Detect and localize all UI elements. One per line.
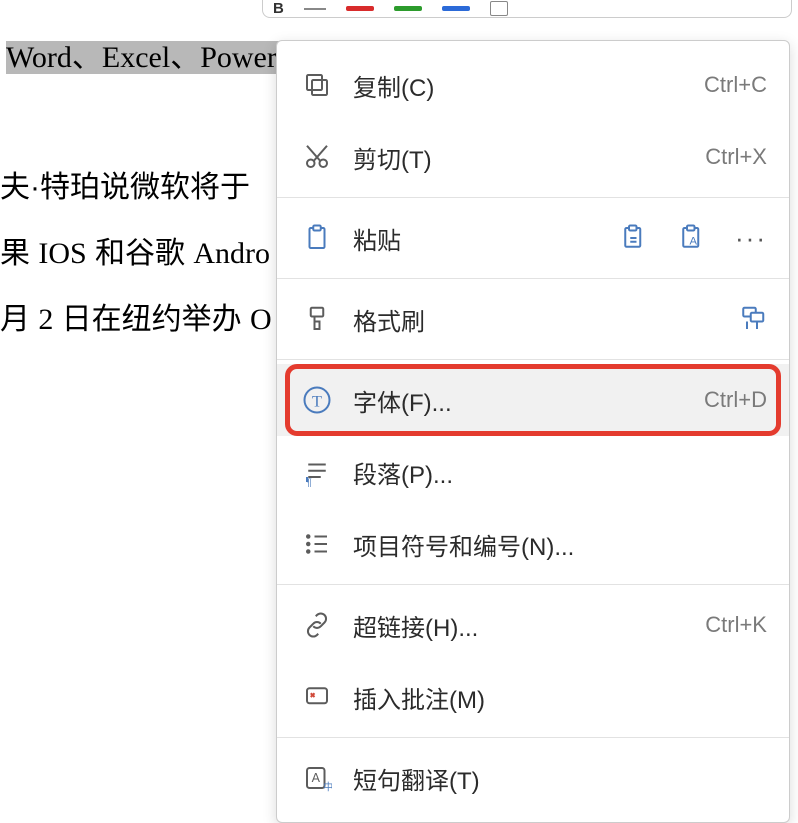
bullets-icon <box>299 529 335 559</box>
color-green[interactable] <box>394 6 422 11</box>
doc-line-1: Word、Excel、PowerP <box>6 32 294 76</box>
menu-font-label: 字体(F)... <box>335 383 704 418</box>
menu-translate[interactable]: A 中 短句翻译(T) <box>277 742 789 814</box>
menu-copy-label: 复制(C) <box>335 68 704 103</box>
menu-cut[interactable]: 剪切(T) Ctrl+X <box>277 121 789 193</box>
copy-icon <box>299 70 335 100</box>
doc-line-3: 果 IOS 和谷歌 Andro <box>0 228 270 272</box>
paste-text-icon[interactable]: A <box>677 223 707 253</box>
selected-text: Word、Excel、PowerP <box>6 41 294 74</box>
menu-paragraph[interactable]: ¶ 段落(P)... <box>277 436 789 508</box>
menu-separator <box>277 584 789 585</box>
toolbar-sep <box>304 8 326 10</box>
menu-format-brush[interactable]: 格式刷 <box>277 283 789 355</box>
paste-more-icon[interactable]: ··· <box>735 223 767 254</box>
doc-line-4: 月 2 日在纽约举办 O <box>0 294 272 338</box>
comment-icon <box>299 682 335 712</box>
svg-text:中: 中 <box>323 781 332 794</box>
format-brush-icon <box>299 304 335 334</box>
color-red[interactable] <box>346 6 374 11</box>
menu-copy[interactable]: 复制(C) Ctrl+C <box>277 49 789 121</box>
color-blue[interactable] <box>442 6 470 11</box>
menu-bullets-label: 项目符号和编号(N)... <box>335 527 767 562</box>
menu-translate-label: 短句翻译(T) <box>335 761 767 796</box>
menu-comment[interactable]: 插入批注(M) <box>277 661 789 733</box>
svg-text:A: A <box>312 771 321 785</box>
bold-button[interactable]: B <box>273 0 284 17</box>
format-brush-right-icon[interactable] <box>737 304 767 334</box>
translate-icon: A 中 <box>299 763 335 793</box>
menu-hyperlink[interactable]: 超链接(H)... Ctrl+K <box>277 589 789 661</box>
menu-separator <box>277 359 789 360</box>
menu-format-brush-label: 格式刷 <box>335 302 737 337</box>
mini-toolbar[interactable]: B <box>262 0 792 18</box>
menu-cut-label: 剪切(T) <box>335 140 705 175</box>
menu-paste-label: 粘贴 <box>335 221 619 256</box>
hyperlink-icon <box>299 610 335 640</box>
paragraph-icon: ¶ <box>299 457 335 487</box>
context-menu: 复制(C) Ctrl+C 剪切(T) Ctrl+X 粘贴 <box>276 40 790 823</box>
paste-icon <box>299 223 335 253</box>
menu-paste[interactable]: 粘贴 A ··· <box>277 202 789 274</box>
doc-line-2: 夫·特珀说微软将于 <box>0 162 250 206</box>
menu-font[interactable]: T 字体(F)... Ctrl+D <box>277 364 789 436</box>
menu-separator <box>277 278 789 279</box>
paste-formatted-icon[interactable] <box>619 223 649 253</box>
font-icon: T <box>299 385 335 415</box>
menu-font-shortcut: Ctrl+D <box>704 387 767 413</box>
svg-text:A: A <box>690 235 698 247</box>
menu-cut-shortcut: Ctrl+X <box>705 144 767 170</box>
menu-separator <box>277 197 789 198</box>
menu-copy-shortcut: Ctrl+C <box>704 72 767 98</box>
menu-bullets[interactable]: 项目符号和编号(N)... <box>277 508 789 580</box>
menu-hyperlink-label: 超链接(H)... <box>335 608 705 643</box>
menu-hyperlink-shortcut: Ctrl+K <box>705 612 767 638</box>
menu-paragraph-label: 段落(P)... <box>335 455 767 490</box>
cut-icon <box>299 142 335 172</box>
toolbar-more[interactable] <box>490 1 508 16</box>
svg-text:¶: ¶ <box>306 477 312 487</box>
menu-comment-label: 插入批注(M) <box>335 680 767 715</box>
svg-text:T: T <box>312 392 322 410</box>
menu-separator <box>277 737 789 738</box>
